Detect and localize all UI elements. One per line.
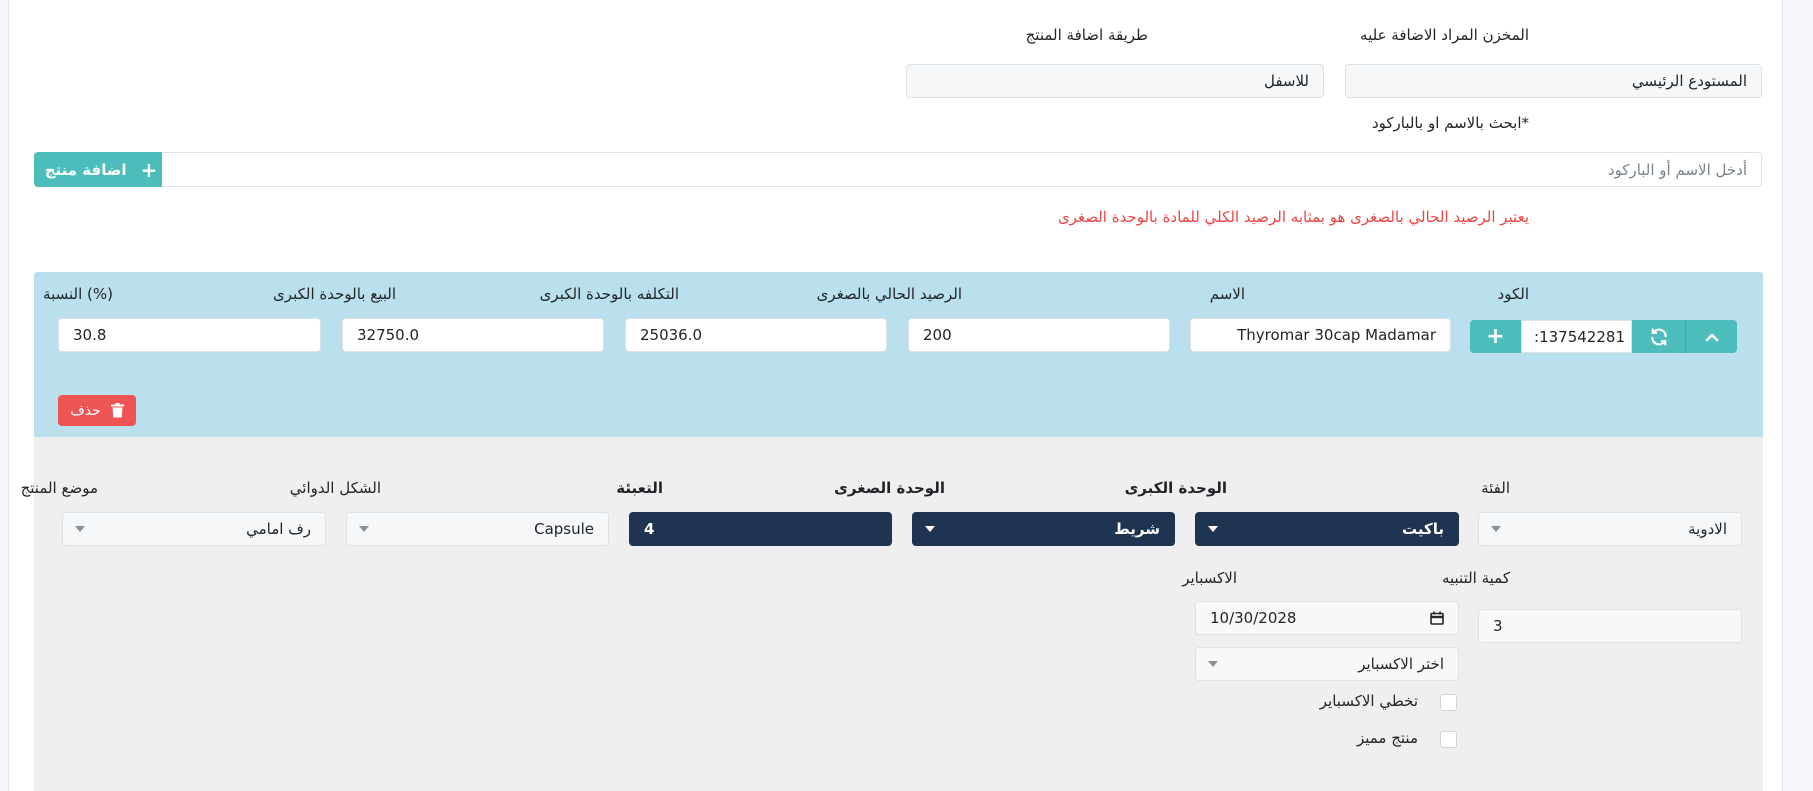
expiry-date-input[interactable]: 10/30/2028 [1195, 601, 1459, 635]
pack-input[interactable]: 4 [629, 512, 892, 546]
ratio-label: النسبة (%) [43, 285, 113, 303]
featured-label: منتج مميز [1356, 729, 1418, 747]
caret-down-icon [1208, 526, 1218, 532]
search-placeholder: أدخل الاسم أو الباركود [1607, 160, 1747, 179]
featured-checkbox[interactable] [1440, 731, 1457, 748]
balance-value: 200 [923, 326, 952, 344]
category-select[interactable]: الادوية [1478, 512, 1742, 546]
skip-expiry-checkbox[interactable] [1440, 694, 1457, 711]
dosage-form-label: الشكل الدوائي [289, 479, 381, 497]
caret-down-icon [925, 526, 935, 532]
sale-value: 32750.0 [357, 326, 420, 344]
plus-icon: + [1486, 323, 1505, 349]
category-value: الادوية [1688, 520, 1727, 538]
expiry-select[interactable]: اختر الاكسباير [1195, 647, 1459, 681]
cost-label: التكلفه بالوحدة الكبرى [539, 285, 679, 303]
caret-down-icon [359, 526, 369, 532]
code-label: الكود [1497, 285, 1529, 303]
add-method-label: طريقة اضافة المنتج [1025, 26, 1148, 44]
add-product-label: اضافة منتج [44, 160, 127, 179]
alert-qty-input[interactable]: 3 [1478, 609, 1742, 643]
pack-label: التعبئة [616, 479, 663, 497]
ratio-input[interactable]: 30.8 [58, 318, 321, 352]
search-input[interactable]: أدخل الاسم أو الباركود [160, 152, 1762, 187]
add-method-select[interactable]: للاسفل [906, 64, 1324, 98]
search-label: ابحث بالاسم او بالباركود* [1371, 114, 1529, 132]
caret-down-icon [75, 526, 85, 532]
alert-qty-label: كمية التنبيه [1441, 569, 1510, 587]
major-unit-value: باكيت [1402, 520, 1444, 538]
balance-input[interactable]: 200 [908, 318, 1170, 352]
category-label: الفئة [1481, 479, 1510, 497]
delete-button[interactable]: حذف [58, 395, 136, 426]
ratio-value: 30.8 [73, 326, 107, 344]
dosage-form-select[interactable]: Capsule [346, 512, 609, 546]
position-select[interactable]: رف امامي [62, 512, 326, 546]
trash-icon [110, 403, 124, 418]
name-input[interactable]: Thyromar 30cap Madamar [1190, 318, 1451, 352]
add-method-value: للاسفل [1263, 72, 1309, 90]
delete-label: حذف [70, 402, 101, 419]
pack-value: 4 [644, 520, 655, 538]
name-label: الاسم [1209, 285, 1245, 303]
refresh-code-button[interactable] [1632, 320, 1686, 353]
minor-unit-select[interactable]: شريط [912, 512, 1175, 546]
expiry-label: الاكسباير [1182, 569, 1237, 587]
add-code-button[interactable]: + [1470, 320, 1521, 353]
calendar-icon[interactable] [1430, 611, 1444, 625]
alert-qty-value: 3 [1493, 617, 1503, 635]
name-value: Thyromar 30cap Madamar [1237, 326, 1436, 344]
skip-expiry-label: تخطي الاكسباير [1319, 692, 1418, 710]
collapse-row-button[interactable] [1686, 320, 1737, 353]
caret-down-icon [1491, 526, 1501, 532]
sale-label: البيع بالوحدة الكبرى [273, 285, 396, 303]
major-unit-select[interactable]: باكيت [1195, 512, 1459, 546]
warehouse-label: المخزن المراد الاضافة عليه [1360, 26, 1529, 44]
code-value: 137542281: [1534, 327, 1625, 346]
position-label: موضع المنتج [20, 479, 98, 497]
minor-unit-value: شريط [1114, 520, 1160, 538]
sale-input[interactable]: 32750.0 [342, 318, 604, 352]
expiry-select-value: اختر الاكسباير [1358, 655, 1444, 673]
major-unit-label: الوحدة الكبرى [1124, 479, 1227, 497]
add-product-button[interactable]: اضافة منتج + [34, 152, 162, 187]
dosage-form-value: Capsule [534, 520, 594, 538]
plus-icon: + [140, 157, 158, 182]
warehouse-select[interactable]: المستودع الرئيسي [1345, 64, 1762, 98]
warehouse-value: المستودع الرئيسي [1631, 72, 1747, 90]
position-value: رف امامي [246, 520, 311, 538]
balance-notice: يعتبر الرصيد الحالي بالصغرى هو بمثابه ال… [1057, 208, 1529, 226]
expiry-date-value: 10/30/2028 [1210, 609, 1297, 627]
chevron-up-icon [1705, 333, 1718, 341]
page: المخزن المراد الاضافة عليه المستودع الرئ… [8, 0, 1783, 791]
caret-down-icon [1208, 661, 1218, 667]
minor-unit-label: الوحدة الصغرى [834, 479, 945, 497]
refresh-icon [1650, 327, 1667, 346]
balance-label: الرصيد الحالي بالصغرى [816, 285, 962, 303]
cost-input[interactable]: 25036.0 [625, 318, 887, 352]
cost-value: 25036.0 [640, 326, 703, 344]
code-input[interactable]: 137542281: [1521, 320, 1632, 353]
